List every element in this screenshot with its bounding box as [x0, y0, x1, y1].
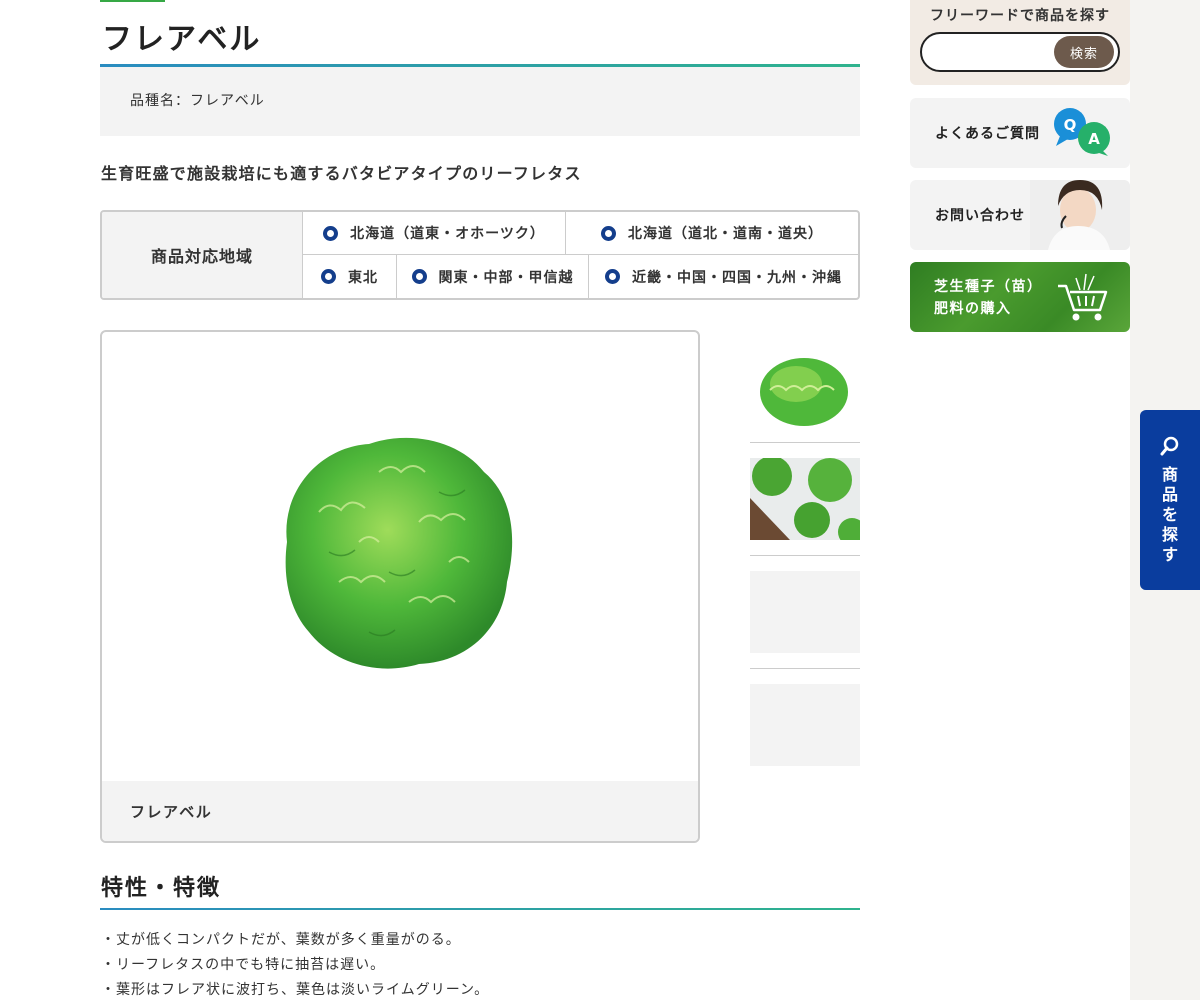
- contact-label: お問い合わせ: [935, 208, 1025, 224]
- thumbnail-2[interactable]: [750, 456, 866, 546]
- shop-label: 芝生種子（苗） 肥料の購入: [934, 279, 1043, 317]
- thumb-divider: [750, 442, 860, 443]
- region-hokkaido-central: 北海道（道北・道南・道央）: [566, 212, 858, 254]
- thumbnail-3[interactable]: [750, 571, 860, 653]
- feature-item: ・丈が低くコンパクトだが、葉数が多く重量がのる。: [101, 932, 461, 948]
- region-kinki: 近畿・中国・四国・九州・沖縄: [589, 255, 858, 298]
- qa-bubble-icon: Q A: [1054, 108, 1110, 156]
- region-label: 近畿・中国・四国・九州・沖縄: [632, 269, 842, 286]
- operator-photo: [1030, 180, 1130, 250]
- thumb-divider: [750, 668, 860, 669]
- feature-item: ・葉形はフレア状に波打ち、葉色は淡いライムグリーン。: [101, 982, 490, 998]
- main-product-photo[interactable]: フレアベル: [100, 330, 700, 843]
- region-header: 商品対応地域: [102, 212, 303, 298]
- radio-icon: [323, 225, 339, 241]
- variety-box: 品種名：フレアベル: [100, 67, 860, 136]
- lettuce-image: [285, 437, 513, 669]
- faq-link[interactable]: よくあるご質問 Q A: [910, 98, 1130, 168]
- cart-icon: [1058, 273, 1108, 321]
- feature-item: ・リーフレタスの中でも特に抽苔は遅い。: [101, 957, 386, 973]
- radio-icon: [321, 269, 336, 284]
- thumbnail-1[interactable]: [750, 350, 860, 432]
- radio-icon: [411, 269, 427, 284]
- search-button[interactable]: 検索: [1054, 36, 1114, 68]
- category-tag: [100, 0, 165, 2]
- lettuce-thumb-image: [760, 358, 848, 426]
- region-kanto: 関東・中部・甲信越: [397, 255, 588, 298]
- search-label: フリーワードで商品を探す: [930, 8, 1110, 24]
- catch-copy: 生育旺盛で施設栽培にも適するバタビアタイプのリーフレタス: [101, 164, 582, 183]
- region-tohoku: 東北: [303, 255, 396, 298]
- svg-text:A: A: [1088, 130, 1100, 148]
- features-rule: [100, 908, 860, 910]
- radio-icon: [601, 225, 616, 241]
- region-label: 北海道（道北・道南・道央）: [628, 226, 823, 242]
- shop-link[interactable]: 芝生種子（苗） 肥料の購入: [910, 262, 1130, 332]
- features-heading: 特性・特徴: [101, 876, 222, 901]
- region-label: 北海道（道東・オホーツク）: [350, 226, 545, 242]
- page-title: フレアベル: [102, 22, 262, 57]
- region-label: 東北: [348, 269, 378, 286]
- photo-caption: フレアベル: [102, 781, 698, 841]
- search-icon: [1160, 436, 1179, 456]
- radio-icon: [605, 269, 620, 284]
- thumb-divider: [750, 555, 860, 556]
- contact-link[interactable]: お問い合わせ: [910, 180, 1130, 250]
- thumbnail-4[interactable]: [750, 684, 860, 766]
- product-search-tab[interactable]: 商品を探す: [1140, 410, 1200, 590]
- region-label: 関東・中部・甲信越: [438, 269, 574, 286]
- variety-name: 品種名：フレアベル: [130, 93, 265, 109]
- svg-text:Q: Q: [1064, 116, 1077, 134]
- caption-text: フレアベル: [130, 803, 213, 821]
- field-thumb-image: [750, 456, 866, 546]
- search-tab-label: 商品を探す: [1161, 465, 1178, 564]
- region-table: 商品対応地域 北海道（道東・オホーツク） 北海道（道北・道南・道央） 東北 関東…: [100, 210, 860, 300]
- region-hokkaido-east: 北海道（道東・オホーツク）: [303, 212, 565, 254]
- faq-label: よくあるご質問: [935, 126, 1040, 142]
